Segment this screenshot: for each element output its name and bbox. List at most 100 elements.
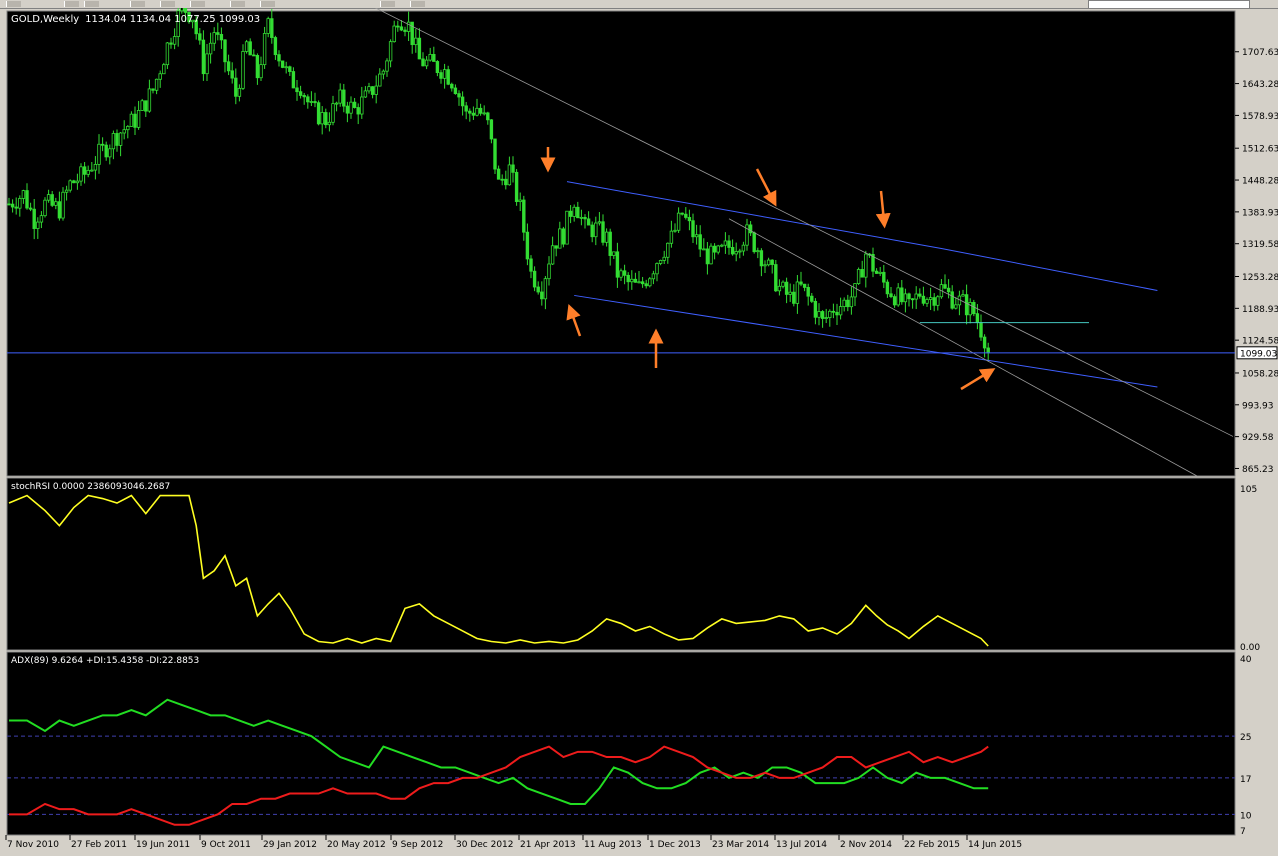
candle-body <box>46 194 51 201</box>
price-tick-label: 865.23 <box>1242 465 1274 475</box>
candle-body <box>583 216 587 220</box>
candle-body <box>936 296 940 306</box>
price-tick-label: 1253.28 <box>1242 273 1278 283</box>
candle-body <box>817 311 821 318</box>
candle-body <box>93 164 98 171</box>
candle-body <box>450 83 454 89</box>
candle-body <box>590 224 594 238</box>
toolbar-button[interactable] <box>230 1 245 7</box>
candle-body <box>820 311 825 319</box>
candle-body <box>691 220 695 238</box>
toolbar-button[interactable] <box>84 1 99 7</box>
toolbar-button[interactable] <box>130 1 145 7</box>
toolbar-button[interactable] <box>160 1 175 7</box>
candle-body <box>954 304 958 309</box>
adx-title: ADX(89) 9.6264 +DI:15.4358 -DI:22.8853 <box>11 656 199 666</box>
price-tick-label: 929.58 <box>1242 433 1274 443</box>
candle-body <box>550 245 555 265</box>
toolbar-button[interactable] <box>410 1 425 7</box>
candle-body <box>669 230 674 244</box>
candle-body <box>306 96 310 103</box>
candle-body <box>885 281 890 295</box>
candle-body <box>453 87 458 95</box>
symbol-label: GOLD,Weekly <box>11 14 79 25</box>
candle-body <box>367 86 371 92</box>
candle-body <box>14 206 18 209</box>
candle-body <box>388 41 393 62</box>
candle-body <box>633 278 638 283</box>
candle-body <box>727 240 731 248</box>
stochrsi-panel[interactable]: stochRSI 0.0000 2386093046.2687 <box>6 477 1236 651</box>
price-tick-label: 993.93 <box>1242 401 1274 411</box>
candle-body <box>482 112 486 115</box>
candle-body <box>165 42 170 66</box>
time-tick-label: 13 Jul 2014 <box>776 840 827 850</box>
ohlc-readout: 1134.04 1134.04 1077.25 1099.03 <box>85 14 260 25</box>
candle-body <box>295 87 299 93</box>
candle-body <box>104 144 108 158</box>
candle-body <box>79 166 83 182</box>
candle-body <box>943 284 947 289</box>
candle-body <box>626 274 630 283</box>
current-price-label: 1099.03 <box>1240 349 1277 359</box>
candle-body <box>507 164 512 186</box>
toolbar-button[interactable] <box>380 1 395 7</box>
time-tick-label: 2 Nov 2014 <box>840 840 892 850</box>
candle-body <box>918 293 922 297</box>
time-tick-label: 1 Dec 2013 <box>649 840 701 850</box>
candle-body <box>18 198 22 209</box>
candle-body <box>392 25 396 43</box>
candle-body <box>500 178 504 181</box>
candle-body <box>882 271 886 283</box>
candle-body <box>162 64 166 75</box>
candle-body <box>140 100 144 111</box>
candle-body <box>738 250 742 253</box>
candle-body <box>849 296 854 308</box>
toolbar-button[interactable] <box>190 1 205 7</box>
time-tick-label: 9 Sep 2012 <box>392 840 443 850</box>
toolbar-button[interactable] <box>64 1 79 7</box>
candle-body <box>914 293 918 300</box>
candle-body <box>475 107 479 116</box>
candle-body <box>615 251 620 278</box>
candle-body <box>428 54 432 61</box>
candle-body <box>486 112 490 121</box>
candle-body <box>136 110 141 128</box>
time-tick-label: 27 Feb 2011 <box>71 840 127 850</box>
candle-body <box>457 93 461 98</box>
candle-body <box>892 296 897 306</box>
candle-body <box>925 299 929 304</box>
toolbar-button[interactable] <box>260 1 275 7</box>
candle-body <box>514 171 519 202</box>
candle-body <box>504 178 508 186</box>
candle-body <box>774 264 778 292</box>
candle-body <box>651 273 656 280</box>
time-tick-label: 22 Feb 2015 <box>904 840 960 850</box>
candle-body <box>97 143 101 165</box>
candle-body <box>237 87 242 97</box>
candle-body <box>378 73 382 87</box>
candle-body <box>248 41 252 56</box>
candle-body <box>525 231 530 260</box>
candle-body <box>82 166 87 175</box>
candle-body <box>694 234 699 238</box>
toolbar-button[interactable] <box>6 1 21 7</box>
candle-body <box>302 95 306 98</box>
candle-body <box>759 250 764 267</box>
candle-body <box>604 231 609 243</box>
candle-body <box>846 299 850 308</box>
adx-panel[interactable]: ADX(89) 9.6264 +DI:15.4358 -DI:22.8853 <box>6 651 1236 836</box>
candle-body <box>622 270 627 276</box>
candle-body <box>824 317 828 319</box>
candle-body <box>637 281 641 284</box>
price-panel[interactable]: GOLD,Weekly 1134.04 1134.04 1077.25 1099.… <box>6 8 1236 477</box>
candle-body <box>129 113 134 127</box>
candle-body <box>414 37 418 46</box>
candle-body <box>399 26 404 31</box>
candle-body <box>100 143 105 146</box>
candle-body <box>806 287 810 297</box>
time-tick-label: 19 Jun 2011 <box>136 840 190 850</box>
candle-body <box>284 66 288 69</box>
price-panel-title: GOLD,Weekly 1134.04 1134.04 1077.25 1099.… <box>11 14 260 25</box>
candle-body <box>230 70 234 79</box>
